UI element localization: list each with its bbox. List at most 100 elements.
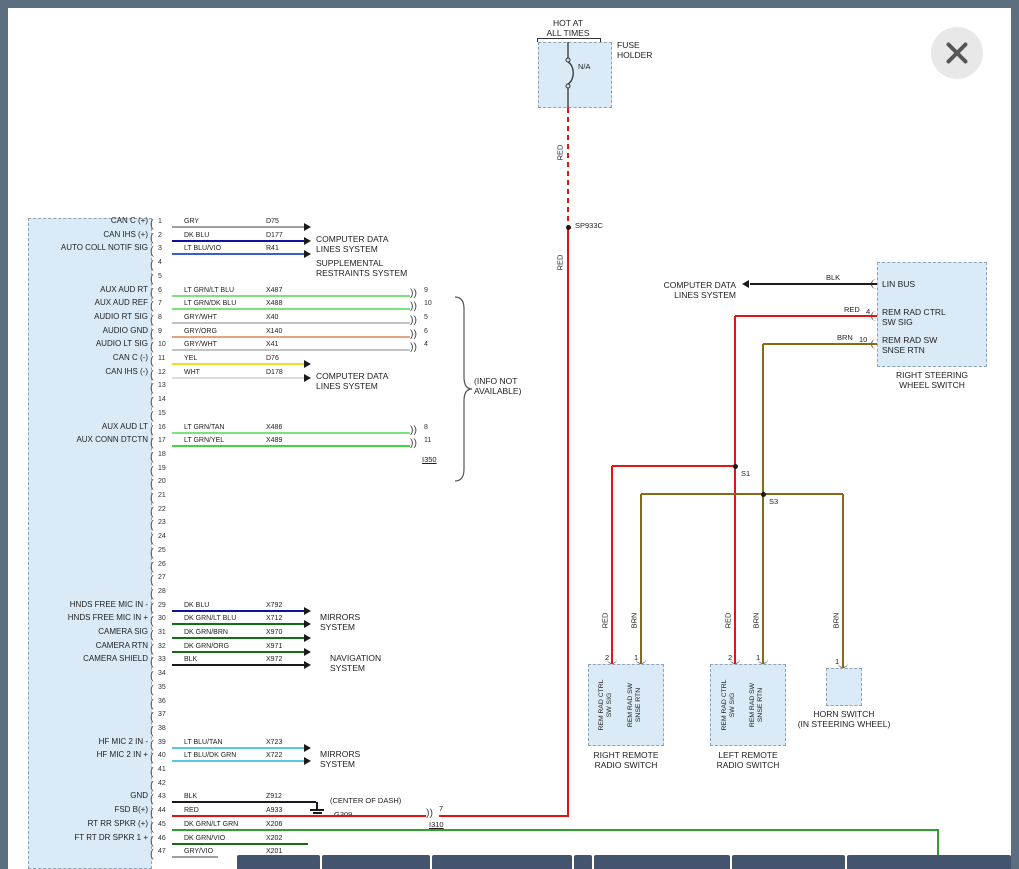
pin-function-label: AUX AUD RT xyxy=(30,285,148,295)
wire-segment xyxy=(172,240,304,242)
connector-cavity-icon: ( xyxy=(150,396,154,408)
connector-cavity-icon: ( xyxy=(150,382,154,394)
mating-pin-number: 10 xyxy=(424,299,432,308)
wire-segment xyxy=(172,623,304,625)
bottom-table-header-cell[interactable] xyxy=(432,855,572,869)
circuit-code-label: X722 xyxy=(266,751,282,760)
wire-color-label-brn-v1: BRN xyxy=(630,608,639,634)
connector-cavity-icon: ( xyxy=(150,670,154,682)
callout-line: SUPPLEMENTAL xyxy=(316,258,407,268)
pin-label-line: REM RAD SW xyxy=(749,667,757,743)
wire-segment xyxy=(611,466,613,664)
wire-segment xyxy=(734,316,736,466)
right-steering-wheel-switch-title: RIGHT STEERING WHEEL SWITCH xyxy=(877,370,987,390)
pin-function-label: AUDIO LT SIG xyxy=(30,339,148,349)
inline-connector-icon: )) xyxy=(410,300,417,312)
pin-function-label: CAN IHS (-) xyxy=(30,367,148,377)
wire-segment xyxy=(763,343,877,345)
pin-function-label: AUX AUD REF xyxy=(30,298,148,308)
connector-cavity-icon: ( xyxy=(150,615,154,627)
pin-function-label: CAN C (-) xyxy=(30,353,148,363)
close-button[interactable] xyxy=(931,27,983,79)
wire-color-label: BLK xyxy=(184,655,197,664)
hot-at-all-times-label: HOT AT ALL TIMES xyxy=(523,18,613,38)
pin-number: 41 xyxy=(158,765,166,774)
splice-dot xyxy=(761,492,766,497)
inline-connector-icon: )) xyxy=(410,424,417,436)
connector-cavity-icon: ( xyxy=(150,355,154,367)
info-brace xyxy=(451,296,475,484)
wire-color-label: LT GRN/LT BLU xyxy=(184,286,234,295)
wire-segment xyxy=(172,377,304,379)
connector-cavity-icon: ( xyxy=(150,314,154,326)
inline-connector-i310-label: I310 xyxy=(429,820,444,829)
splice-dot xyxy=(733,464,738,469)
wire-color-label: LT GRN/YEL xyxy=(184,436,224,445)
callout-line: MIRRORS xyxy=(320,612,360,622)
wire-segment xyxy=(172,363,304,365)
bottom-table-header-cell[interactable] xyxy=(594,855,730,869)
pin-number: 45 xyxy=(158,820,166,829)
bottom-table-header-cell[interactable] xyxy=(847,855,1011,869)
pin-function-label: AUDIO RT SIG xyxy=(30,312,148,322)
wire-segment xyxy=(735,315,877,317)
callout-line: COMPUTER DATA xyxy=(652,280,736,290)
connector-cavity-icon: ( xyxy=(150,492,154,504)
ground-location-label: (CENTER OF DASH) xyxy=(330,796,401,805)
bottom-table-header-cell[interactable] xyxy=(732,855,845,869)
connector-cavity-icon: ( xyxy=(150,848,154,860)
pin-function-label: AUX AUD LT xyxy=(30,422,148,432)
pin-number: 23 xyxy=(158,518,166,527)
steering-pin4-label: REM RAD CTRL SW SIG xyxy=(882,307,946,327)
title-line: WHEEL SWITCH xyxy=(877,380,987,390)
inline-connector-i350-label: I350 xyxy=(422,455,437,464)
pin-number: 21 xyxy=(158,491,166,500)
wire-color-label-blk: BLK xyxy=(826,273,840,282)
diagram-canvas: HOT AT ALL TIMES N/A FUSE HOLDER RED SP9… xyxy=(8,8,1011,869)
pin-function-label: CAN IHS (+) xyxy=(30,230,148,240)
left-remote-pin2-label: REM RAD CTRL SW SIG xyxy=(721,667,737,743)
pin-number: 31 xyxy=(158,628,166,637)
connector-cavity-icon: ( xyxy=(150,437,154,449)
wire-segment xyxy=(172,253,304,255)
connector-cavity-icon: ( xyxy=(150,218,154,230)
wire-segment xyxy=(172,747,304,749)
wire-color-label: WHT xyxy=(184,368,200,377)
wire-color-label: GRY/ORG xyxy=(184,327,217,336)
connector-cavity-icon: ( xyxy=(150,259,154,271)
wire-segment xyxy=(762,494,764,664)
steering-pin10-label: REM RAD SW SNSE RTN xyxy=(882,335,937,355)
bottom-table-header-cell[interactable] xyxy=(322,855,430,869)
pin-number: 5 xyxy=(158,272,162,281)
wire-color-label-brn-steering: BRN xyxy=(837,333,853,342)
pin-number: 40 xyxy=(158,751,166,760)
bottom-table-header-cell[interactable] xyxy=(237,855,320,869)
wire-color-label: DK GRN/ORG xyxy=(184,642,229,651)
pin-number: 34 xyxy=(158,669,166,678)
bottom-table-header-cell[interactable] xyxy=(574,855,592,869)
callout-line: LINES SYSTEM xyxy=(316,244,388,254)
pin-number: 44 xyxy=(158,806,166,815)
mating-pin-number: 11 xyxy=(424,436,431,445)
circuit-code-label: X487 xyxy=(266,286,282,295)
circuit-code-label: D76 xyxy=(266,354,279,363)
connector-cavity-icon: ( xyxy=(150,766,154,778)
inline-connector-icon: )) xyxy=(410,437,417,449)
wire-color-label: GRY/VIO xyxy=(184,847,213,856)
pin-label-line: SW SIG xyxy=(606,667,614,743)
circuit-code-label: X972 xyxy=(266,655,282,664)
mating-pin-number: 6 xyxy=(424,327,428,336)
steering-pin10-line-2: SNSE RTN xyxy=(882,345,937,355)
arrowhead-icon xyxy=(304,237,311,245)
connector-cavity-icon: ( xyxy=(150,643,154,655)
connector-cavity-icon: ( xyxy=(150,561,154,573)
wire-color-label-brn-v2: BRN xyxy=(752,608,761,634)
wire-color-label-red-upper: RED xyxy=(556,140,565,166)
wire-color-label-red-lower: RED xyxy=(556,250,565,276)
wire-segment xyxy=(172,760,304,762)
pin-number: 6 xyxy=(158,286,162,295)
wire-segment xyxy=(172,843,308,845)
pin-number: 47 xyxy=(158,847,166,856)
connector-cavity-icon: ( xyxy=(150,369,154,381)
callout-line: SYSTEM xyxy=(320,622,360,632)
